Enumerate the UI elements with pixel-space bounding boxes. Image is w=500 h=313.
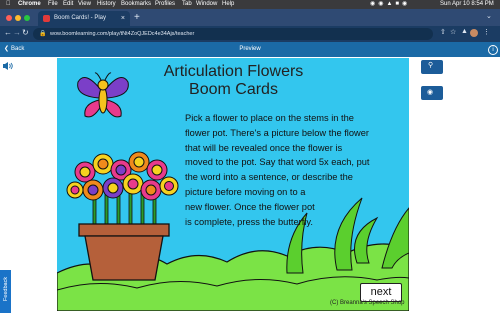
menubar-clock[interactable]: Sun Apr 10 8:54 PM [440, 0, 494, 9]
eye-icon: ◉ [427, 89, 434, 96]
url-text: wow.boomlearning.com/play/tNt4ZoQJEDc4e3… [50, 31, 195, 37]
hide-card-button[interactable]: ◉ [421, 86, 443, 100]
magnifier-icon: ⚲ [428, 62, 434, 69]
card-title: Articulation Flowers Boom Cards [57, 63, 409, 99]
title-line-1: Articulation Flowers [163, 63, 304, 80]
instructions-line: that will be revealed once the flower is [185, 142, 343, 153]
menu-edit[interactable]: Edit [63, 0, 73, 9]
tab-title: Boom Cards! - Play [54, 15, 107, 21]
menu-file[interactable]: File [48, 0, 58, 9]
reload-icon[interactable]: ↻ [22, 28, 29, 37]
share-icon[interactable]: ⇧ [440, 28, 446, 36]
menu-tab[interactable]: Tab [182, 0, 192, 9]
menu-history[interactable]: History [97, 0, 116, 9]
overview-button[interactable]: ⚲ [421, 60, 443, 74]
instructions-line: Pick a flower to place on the stems in t… [185, 113, 354, 123]
menu-bookmarks[interactable]: Bookmarks [121, 0, 151, 9]
menu-help[interactable]: Help [222, 0, 234, 9]
instructions-text: Pick a flower to place on the stems in t… [185, 111, 403, 229]
bookmark-star-icon[interactable]: ☆ [450, 28, 456, 36]
menu-view[interactable]: View [78, 0, 91, 9]
feedback-label: Feedback [3, 276, 9, 302]
boom-card: Articulation Flowers Boom Cards Pick a f… [57, 58, 409, 311]
tab-boom-cards[interactable]: Boom Cards! - Play × [38, 11, 130, 26]
address-bar[interactable]: 🔒 wow.boomlearning.com/play/tNt4ZoQJEDc4… [33, 28, 433, 40]
back-arrow-icon[interactable]: ← [4, 28, 12, 37]
instructions-line: picture before moving on to a [185, 186, 306, 197]
instructions-line: the word into a sentence, or describe th… [185, 172, 353, 183]
app-header: ❮ Back Preview i [0, 42, 500, 57]
hide-card-label: Hide Card [424, 100, 440, 104]
new-tab-icon[interactable]: + [134, 11, 140, 25]
instructions-line: is complete, press the butterfly. [185, 216, 313, 227]
pot-body [78, 223, 170, 281]
status-icons[interactable]: ◉◉▲■◉ [370, 0, 410, 9]
speaker-icon[interactable] [2, 61, 14, 71]
menu-app-name[interactable]: Chrome [18, 0, 41, 9]
chrome-menu-icon[interactable]: ⋮ [483, 28, 490, 36]
zoom-window-icon[interactable] [24, 15, 30, 21]
menu-profiles[interactable]: Profiles [155, 0, 175, 9]
tab-search-icon[interactable]: ⌄ [486, 12, 492, 20]
forward-arrow-icon[interactable]: → [13, 28, 21, 37]
title-line-2: Boom Cards [189, 81, 278, 98]
overview-label: Overview [424, 74, 440, 78]
extensions-icon[interactable]: ▲ [461, 28, 468, 35]
apple-icon[interactable]:  [6, 0, 11, 9]
minimize-window-icon[interactable] [15, 15, 21, 21]
tab-close-icon[interactable]: × [121, 11, 125, 26]
boom-favicon-icon [43, 15, 50, 22]
page-title: Preview [239, 46, 261, 52]
lock-icon: 🔒 [39, 31, 47, 37]
instructions-line: new flower. Once the flower pot [185, 201, 315, 212]
instructions-line: flower pot. There's a picture below the … [185, 127, 370, 138]
info-icon[interactable]: i [488, 45, 498, 55]
menu-window[interactable]: Window [196, 0, 217, 9]
profile-avatar[interactable] [470, 29, 478, 37]
feedback-tab[interactable]: Feedback [0, 270, 11, 313]
flower-pot[interactable] [63, 150, 185, 282]
mac-menubar:  Chrome File Edit View History Bookmark… [0, 0, 500, 9]
close-window-icon[interactable] [6, 15, 12, 21]
copyright-credit: (C) Breanna's Speech Shop [330, 300, 405, 306]
instructions-line: moved to the pot. Say that word 5x each,… [185, 157, 370, 168]
